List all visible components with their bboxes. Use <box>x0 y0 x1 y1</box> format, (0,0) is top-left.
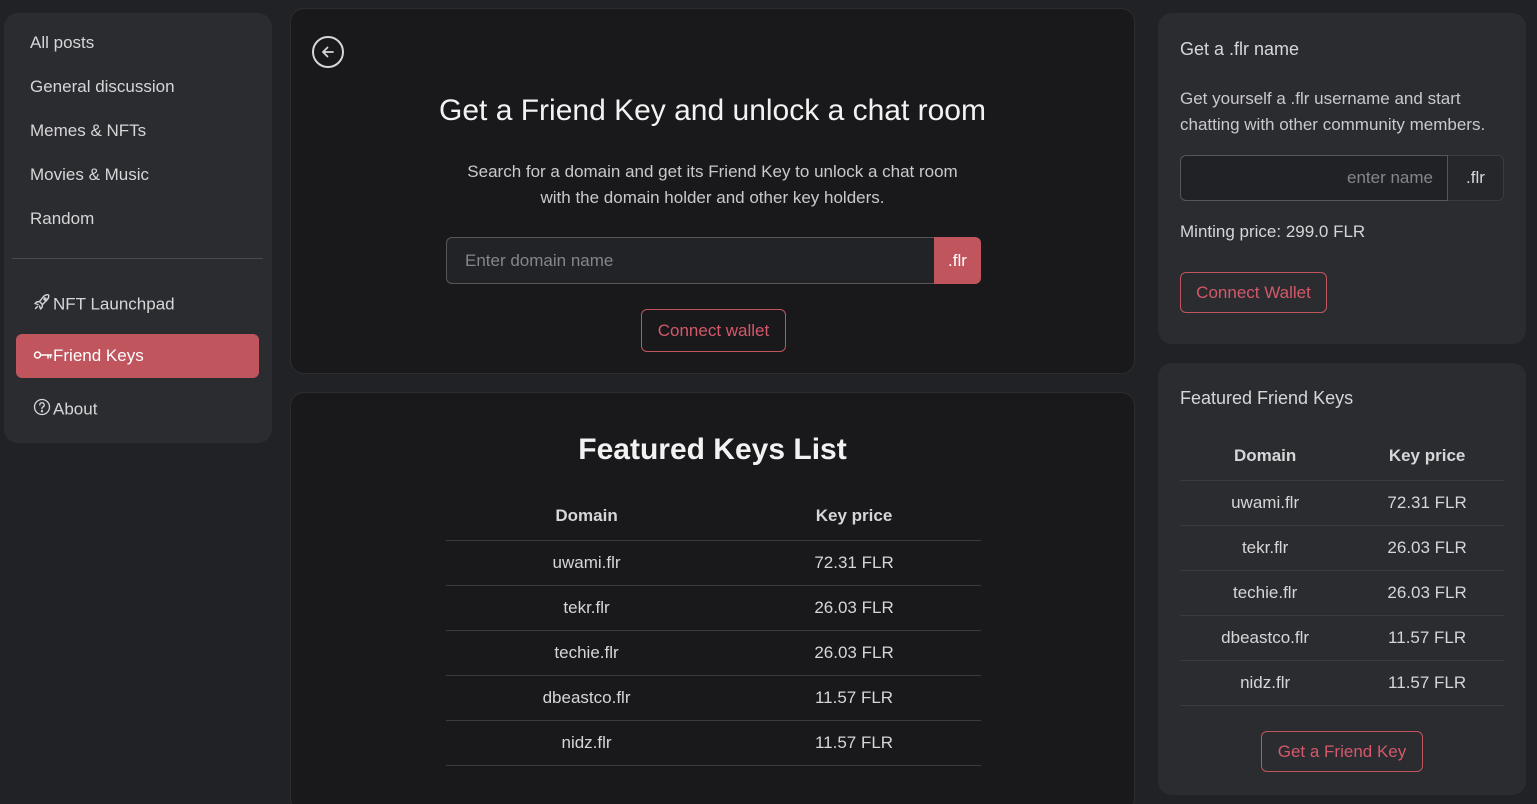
sidebar-item-nft-launchpad[interactable]: NFT Launchpad <box>33 293 175 316</box>
featured-keys-list-panel: Featured Keys List Domain Key price uwam… <box>290 392 1135 804</box>
domain-cell[interactable]: dbeastco.flr <box>1180 615 1351 661</box>
key-price-cell: 26.03 FLR <box>1350 570 1504 616</box>
sidebar-item-label: Friend Keys <box>53 346 144 365</box>
featured-keys-list-title: Featured Keys List <box>578 433 847 466</box>
domain-cell[interactable]: nidz.flr <box>1180 660 1351 706</box>
connect-wallet-button[interactable]: Connect wallet <box>641 309 786 352</box>
table-row[interactable]: techie.flr 26.03 FLR <box>1180 570 1504 616</box>
back-button[interactable] <box>312 36 344 68</box>
table-row[interactable]: uwami.flr 72.31 FLR <box>1180 480 1504 526</box>
rocket-icon <box>33 293 53 316</box>
domain-cell[interactable]: tekr.flr <box>446 585 728 631</box>
domain-tld-addon: .flr <box>934 237 981 284</box>
get-flr-name-description: Get yourself a .flr username and start c… <box>1180 89 1486 134</box>
key-price-cell: 26.03 FLR <box>727 585 981 631</box>
table-row[interactable]: nidz.flr 11.57 FLR <box>1180 660 1504 706</box>
page-subtitle: Search for a domain and get its Friend K… <box>467 162 958 207</box>
domain-cell[interactable]: dbeastco.flr <box>446 675 728 721</box>
connect-wallet-side-button[interactable]: Connect Wallet <box>1180 272 1327 313</box>
key-icon <box>33 346 53 366</box>
table-row[interactable]: techie.flr 26.03 FLR <box>446 630 981 676</box>
username-tld-addon: .flr <box>1448 155 1504 201</box>
table-row[interactable]: uwami.flr 72.31 FLR <box>446 540 981 586</box>
table-header-row: Domain Key price <box>1180 433 1504 481</box>
domain-cell[interactable]: tekr.flr <box>1180 525 1351 571</box>
table-row[interactable]: nidz.flr 11.57 FLR <box>446 720 981 766</box>
key-price-cell: 11.57 FLR <box>1350 615 1504 661</box>
domain-cell[interactable]: uwami.flr <box>1180 480 1351 526</box>
key-price-cell: 72.31 FLR <box>1350 480 1504 526</box>
table-row[interactable]: tekr.flr 26.03 FLR <box>1180 525 1504 571</box>
domain-cell[interactable]: techie.flr <box>446 630 728 676</box>
featured-friend-keys-card: Featured Friend Keys Domain Key price uw… <box>1158 363 1526 795</box>
key-price-cell: 11.57 FLR <box>1350 660 1504 706</box>
featured-keys-table: Domain Key price uwami.flr 72.31 FLR tekr… <box>446 493 981 766</box>
domain-search-input[interactable] <box>446 237 934 284</box>
domain-cell[interactable]: nidz.flr <box>446 720 728 766</box>
column-header-domain: Domain <box>1180 433 1351 481</box>
featured-friend-keys-table: Domain Key price uwami.flr 72.31 FLR tekr… <box>1180 433 1504 706</box>
sidebar-item-general-discussion[interactable]: General discussion <box>30 77 175 97</box>
sidebar-item-movies-music[interactable]: Movies & Music <box>30 165 149 185</box>
question-circle-icon <box>33 398 53 421</box>
key-price-cell: 11.57 FLR <box>727 675 981 721</box>
sidebar-item-all-posts[interactable]: All posts <box>30 33 94 53</box>
sidebar-item-random[interactable]: Random <box>30 209 94 229</box>
name-input-group: .flr <box>1180 155 1504 201</box>
table-header-row: Domain Key price <box>446 493 981 541</box>
get-flr-name-card: Get a .flr name Get yourself a .flr user… <box>1158 13 1526 344</box>
friend-key-search-panel: Get a Friend Key and unlock a chat room … <box>290 8 1135 374</box>
table-row[interactable]: dbeastco.flr 11.57 FLR <box>446 675 981 721</box>
table-row[interactable]: tekr.flr 26.03 FLR <box>446 585 981 631</box>
key-price-cell: 26.03 FLR <box>1350 525 1504 571</box>
sidebar-item-label: About <box>53 399 98 419</box>
column-header-key-price: Key price <box>727 493 981 541</box>
get-flr-name-title: Get a .flr name <box>1180 39 1300 59</box>
domain-cell[interactable]: uwami.flr <box>446 540 728 586</box>
key-price-cell: 26.03 FLR <box>727 630 981 676</box>
sidebar-divider <box>12 258 263 259</box>
domain-cell[interactable]: techie.flr <box>1180 570 1351 616</box>
sidebar-item-about[interactable]: About <box>33 398 97 421</box>
page-title: Get a Friend Key and unlock a chat room <box>439 94 986 127</box>
get-friend-key-button[interactable]: Get a Friend Key <box>1261 731 1423 772</box>
table-row[interactable]: dbeastco.flr 11.57 FLR <box>1180 615 1504 661</box>
featured-friend-keys-title: Featured Friend Keys <box>1180 388 1354 408</box>
domain-search-group: .flr <box>446 237 981 284</box>
sidebar-item-label: NFT Launchpad <box>53 294 175 314</box>
key-price-cell: 72.31 FLR <box>727 540 981 586</box>
minting-price: Minting price: 299.0 FLR <box>1180 222 1366 241</box>
username-input[interactable] <box>1180 155 1448 201</box>
sidebar: All posts General discussion Memes & NFT… <box>4 13 272 443</box>
key-price-cell: 11.57 FLR <box>727 720 981 766</box>
sidebar-item-friend-keys[interactable]: Friend Keys <box>16 334 259 378</box>
arrow-left-icon <box>322 46 334 58</box>
column-header-domain: Domain <box>446 493 728 541</box>
sidebar-item-memes-nfts[interactable]: Memes & NFTs <box>30 121 146 141</box>
column-header-key-price: Key price <box>1350 433 1504 481</box>
